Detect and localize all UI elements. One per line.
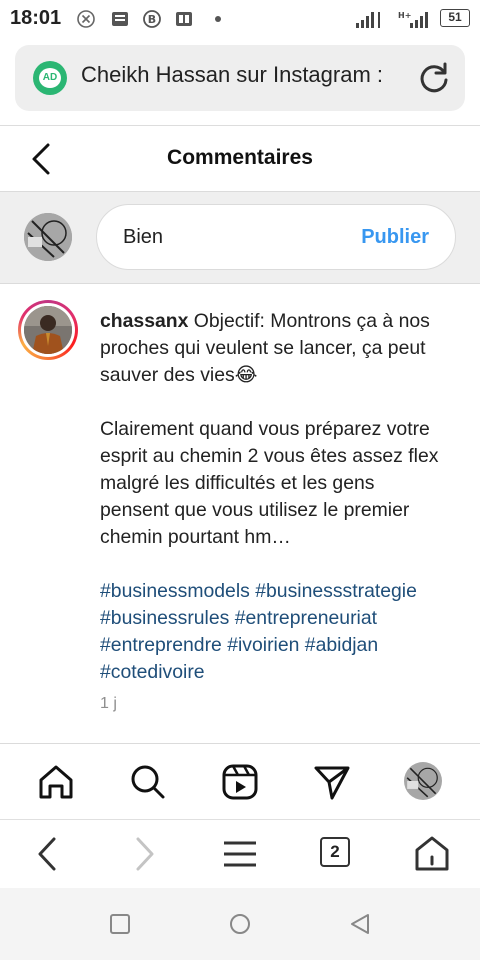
- page-title[interactable]: Cheikh Hassan sur Instagram :: [81, 62, 411, 88]
- svg-text:B: B: [148, 13, 156, 26]
- recents-icon[interactable]: [108, 912, 132, 936]
- browser-home-icon[interactable]: [412, 834, 452, 874]
- profile-avatar[interactable]: [404, 762, 442, 800]
- browser-toolbar: 2: [0, 820, 480, 888]
- home-icon[interactable]: [36, 762, 76, 802]
- post-timestamp: 1 j: [100, 695, 117, 712]
- android-home-icon[interactable]: [228, 912, 252, 936]
- battery-indicator: 51: [440, 9, 470, 27]
- android-back-icon[interactable]: [348, 912, 372, 936]
- caption-text: chassanx Objectif: Montrons ça à nos pro…: [100, 308, 440, 686]
- comment-input[interactable]: Bien Publier: [96, 204, 456, 270]
- page-heading: Commentaires: [167, 146, 313, 169]
- direct-message-icon[interactable]: [312, 762, 352, 802]
- menu-icon[interactable]: [220, 834, 260, 874]
- reload-icon[interactable]: [417, 61, 451, 95]
- adblock-icon[interactable]: AD: [33, 61, 67, 95]
- signal-icon: H+: [356, 11, 428, 28]
- comment-compose: Bien Publier: [0, 192, 480, 284]
- author-avatar[interactable]: [18, 300, 78, 360]
- caption-hashtags[interactable]: #businessmodels #businessstrategie #busi…: [100, 578, 440, 686]
- bitcoin-icon: B: [143, 10, 161, 28]
- comments-header: Commentaires: [0, 127, 480, 192]
- comment-input-value[interactable]: Bien: [123, 226, 163, 249]
- close-circle-icon: [77, 10, 95, 28]
- svg-text:H+: H+: [398, 11, 411, 20]
- browser-forward-icon[interactable]: [124, 834, 164, 874]
- user-avatar: [24, 213, 72, 261]
- publish-button[interactable]: Publier: [361, 226, 429, 249]
- post-caption: chassanx Objectif: Montrons ça à nos pro…: [0, 284, 480, 744]
- more-dot-icon: [215, 16, 221, 22]
- caption-line-2: Clairement quand vous préparez votre esp…: [100, 418, 439, 548]
- android-nav-bar: [0, 888, 480, 960]
- instagram-nav-bar: [0, 744, 480, 820]
- author-username[interactable]: chassanx: [100, 310, 188, 332]
- tabs-count-button[interactable]: 2: [320, 837, 350, 867]
- app-notification-icon: [176, 12, 192, 26]
- browser-url-bar: AD Cheikh Hassan sur Instagram :: [0, 38, 480, 126]
- browser-back-icon[interactable]: [28, 834, 68, 874]
- url-pill[interactable]: AD Cheikh Hassan sur Instagram :: [15, 45, 465, 111]
- status-time: 18:01: [10, 7, 62, 29]
- status-bar: 18:01 B H+ 51: [0, 0, 480, 38]
- search-icon[interactable]: [128, 762, 168, 802]
- reels-icon[interactable]: [220, 762, 260, 802]
- news-icon: [112, 12, 128, 26]
